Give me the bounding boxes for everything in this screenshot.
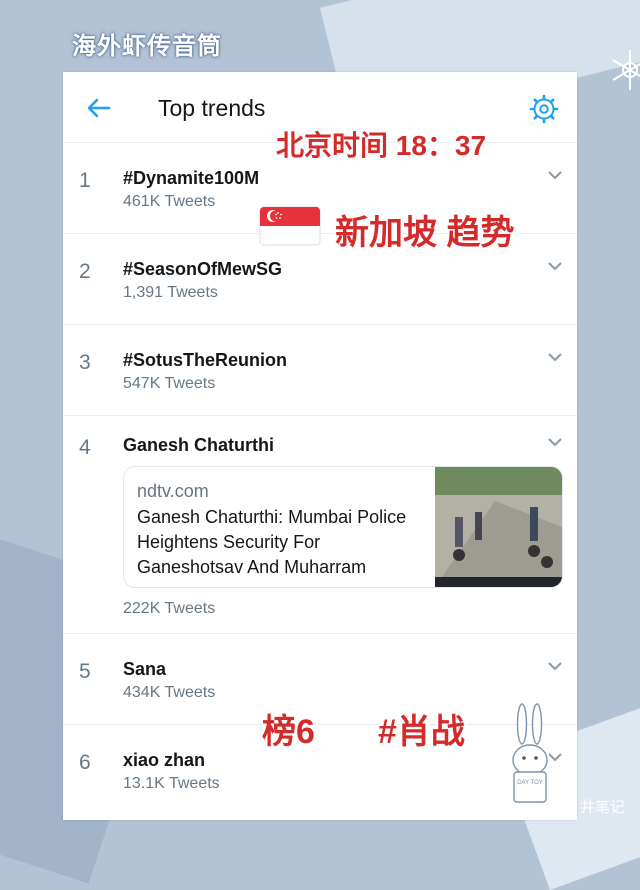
trend-tweet-count: 461K Tweets — [123, 193, 216, 210]
trend-tweet-count: 222K Tweets — [123, 600, 216, 617]
trend-name: Ganesh Chaturthi — [123, 435, 275, 455]
snowflake-icon — [612, 50, 640, 90]
trend-name: #SeasonOfMewSG — [123, 259, 283, 279]
trend-item[interactable]: 3 #SotusTheReunion 547K Tweets — [63, 325, 577, 416]
chevron-down-icon[interactable] — [547, 661, 563, 671]
trend-tweet-count: 1,391 Tweets — [123, 284, 218, 301]
trend-rank: 6 — [79, 751, 91, 774]
rabbit-sticker: DAY TOY — [512, 703, 548, 803]
news-headline: Ganesh Chaturthi: Mumbai Police Heighten… — [137, 507, 407, 577]
time-overlay: 北京时间 18：37 — [276, 130, 487, 161]
sticker-label: DAY TOY — [517, 780, 543, 786]
trend-rank: 1 — [79, 169, 91, 192]
news-thumbnail — [435, 467, 562, 587]
trend-rank: 3 — [79, 351, 91, 374]
trend-item[interactable]: 6 xiao zhan 13.1K Tweets — [63, 725, 577, 820]
chevron-down-icon[interactable] — [547, 437, 563, 447]
trend-name: xiao zhan — [123, 750, 206, 770]
news-source: ndtv.com — [137, 481, 209, 501]
chevron-down-icon[interactable] — [547, 170, 563, 180]
singapore-flag-icon — [259, 206, 321, 246]
rank-note-overlay: 榜6 — [262, 713, 315, 751]
trend-rank: 5 — [79, 660, 91, 683]
trend-rank: 4 — [79, 436, 91, 459]
trend-tweet-count: 13.1K Tweets — [123, 775, 220, 792]
trend-item[interactable]: 4 Ganesh Chaturthi ndtv.com Ganesh Chatu… — [63, 416, 577, 634]
news-card[interactable]: ndtv.com Ganesh Chaturthi: Mumbai Police… — [123, 466, 563, 588]
page-title: Top trends — [158, 95, 266, 121]
gear-icon[interactable] — [529, 94, 559, 124]
trends-panel: Top trends 1 #Dynamite100M 461K Tweets 2… — [63, 72, 577, 820]
trend-tweet-count: 434K Tweets — [123, 684, 216, 701]
chevron-down-icon[interactable] — [547, 352, 563, 362]
trend-name: Sana — [123, 659, 167, 679]
trend-name: #SotusTheReunion — [123, 350, 288, 370]
chevron-down-icon[interactable] — [547, 261, 563, 271]
watermark: 井笔记 — [580, 799, 626, 816]
trend-tweet-count: 547K Tweets — [123, 375, 216, 392]
trend-item[interactable]: 5 Sana 434K Tweets — [63, 634, 577, 725]
brand-title: 海外虾传音筒 — [72, 33, 222, 60]
hashtag-overlay: #肖战 — [378, 713, 465, 751]
region-overlay: 新加坡 趋势 — [335, 214, 515, 252]
trend-name: #Dynamite100M — [123, 168, 260, 188]
arrow-left-icon[interactable] — [85, 94, 113, 122]
trend-rank: 2 — [79, 260, 91, 283]
